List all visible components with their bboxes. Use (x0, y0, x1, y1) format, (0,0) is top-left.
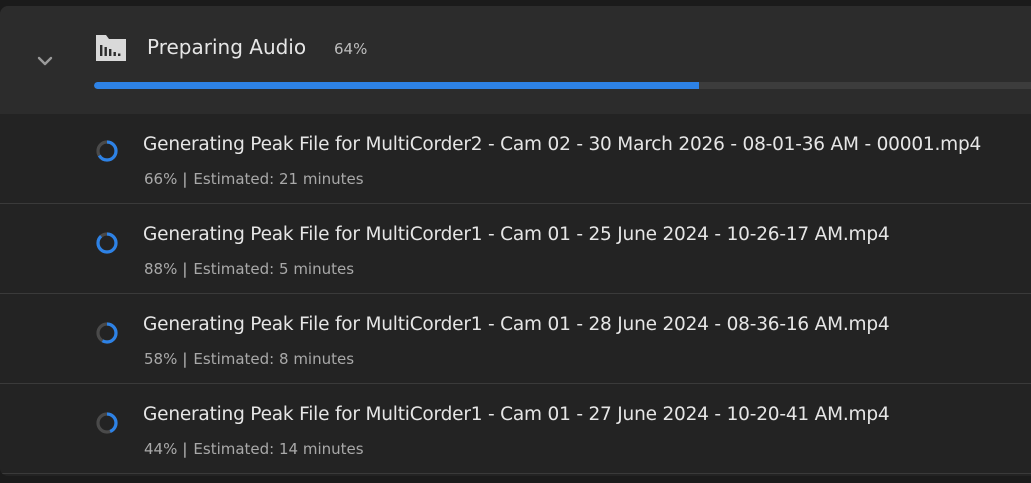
task-meta: 58% | Estimated: 8 minutes (144, 350, 354, 368)
task-percent: 58% (144, 350, 178, 368)
audio-folder-icon (95, 32, 127, 62)
task-percent: 44% (144, 440, 178, 458)
task-row[interactable]: Generating Peak File for MultiCorder2 - … (0, 114, 1031, 204)
progress-spinner-icon (95, 411, 119, 435)
progress-spinner-icon (95, 139, 119, 163)
task-panel: Preparing Audio 64% Generating Peak File… (0, 6, 1031, 476)
task-estimate: Estimated: 5 minutes (193, 260, 355, 278)
progress-spinner-icon (95, 231, 119, 255)
task-list: Generating Peak File for MultiCorder2 - … (0, 114, 1031, 474)
task-meta: 88% | Estimated: 5 minutes (144, 260, 354, 278)
meta-separator: | (182, 440, 188, 458)
task-meta: 44% | Estimated: 14 minutes (144, 440, 364, 458)
task-estimate: Estimated: 21 minutes (193, 170, 364, 188)
task-group-header: Preparing Audio 64% (0, 6, 1031, 114)
task-percent: 88% (144, 260, 178, 278)
progress-spinner-icon (95, 321, 119, 345)
group-progress-bar (94, 82, 1031, 89)
group-title: Preparing Audio (147, 35, 307, 59)
task-row[interactable]: Generating Peak File for MultiCorder1 - … (0, 294, 1031, 384)
chevron-down-icon[interactable] (34, 50, 56, 72)
task-row[interactable]: Generating Peak File for MultiCorder1 - … (0, 384, 1031, 474)
group-percent: 64% (334, 40, 368, 58)
meta-separator: | (182, 170, 188, 188)
task-estimate: Estimated: 14 minutes (193, 440, 364, 458)
task-title: Generating Peak File for MultiCorder1 - … (143, 404, 890, 425)
app-background: Preparing Audio 64% Generating Peak File… (0, 0, 1031, 483)
meta-separator: | (182, 260, 188, 278)
task-estimate: Estimated: 8 minutes (193, 350, 355, 368)
group-progress-fill (94, 82, 700, 89)
task-title: Generating Peak File for MultiCorder1 - … (143, 314, 890, 335)
meta-separator: | (182, 350, 188, 368)
task-row[interactable]: Generating Peak File for MultiCorder1 - … (0, 204, 1031, 294)
task-title: Generating Peak File for MultiCorder1 - … (143, 224, 890, 245)
task-meta: 66% | Estimated: 21 minutes (144, 170, 364, 188)
task-title: Generating Peak File for MultiCorder2 - … (143, 134, 982, 155)
task-percent: 66% (144, 170, 178, 188)
